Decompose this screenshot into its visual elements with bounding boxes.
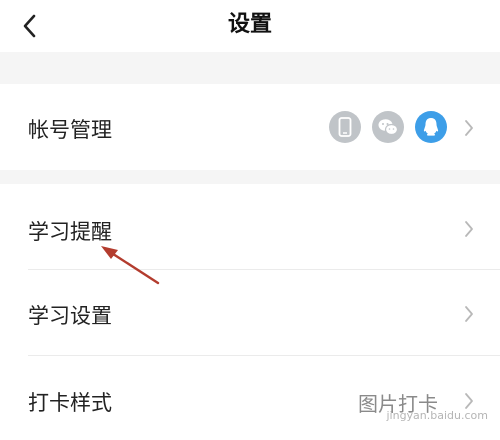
back-chevron-icon [23, 14, 36, 38]
checkin-style-row[interactable]: 打卡样式 图片打卡 [0, 356, 500, 440]
chevron-right-icon [465, 393, 473, 409]
chevron-right-icon [465, 120, 473, 136]
account-management-row[interactable]: 帐号管理 [0, 84, 500, 170]
wechat-icon [372, 111, 404, 143]
section-gap [0, 170, 500, 184]
top-bar: 设置 [0, 0, 500, 52]
chevron-right-icon [465, 221, 473, 237]
phone-icon [329, 111, 361, 143]
study-settings-row[interactable]: 学习设置 [0, 270, 500, 356]
study-reminder-label: 学习提醒 [28, 220, 112, 244]
section-gap [0, 52, 500, 84]
checkin-style-label: 打卡样式 [28, 391, 112, 415]
account-management-label: 帐号管理 [28, 118, 112, 142]
qq-icon [415, 111, 447, 143]
watermark: jingyan.baidu.com [386, 409, 488, 422]
back-button[interactable] [16, 10, 48, 42]
page-title: 设置 [227, 12, 272, 37]
study-reminder-row[interactable]: 学习提醒 [0, 184, 500, 270]
study-settings-label: 学习设置 [28, 304, 112, 328]
chevron-right-icon [465, 306, 473, 322]
